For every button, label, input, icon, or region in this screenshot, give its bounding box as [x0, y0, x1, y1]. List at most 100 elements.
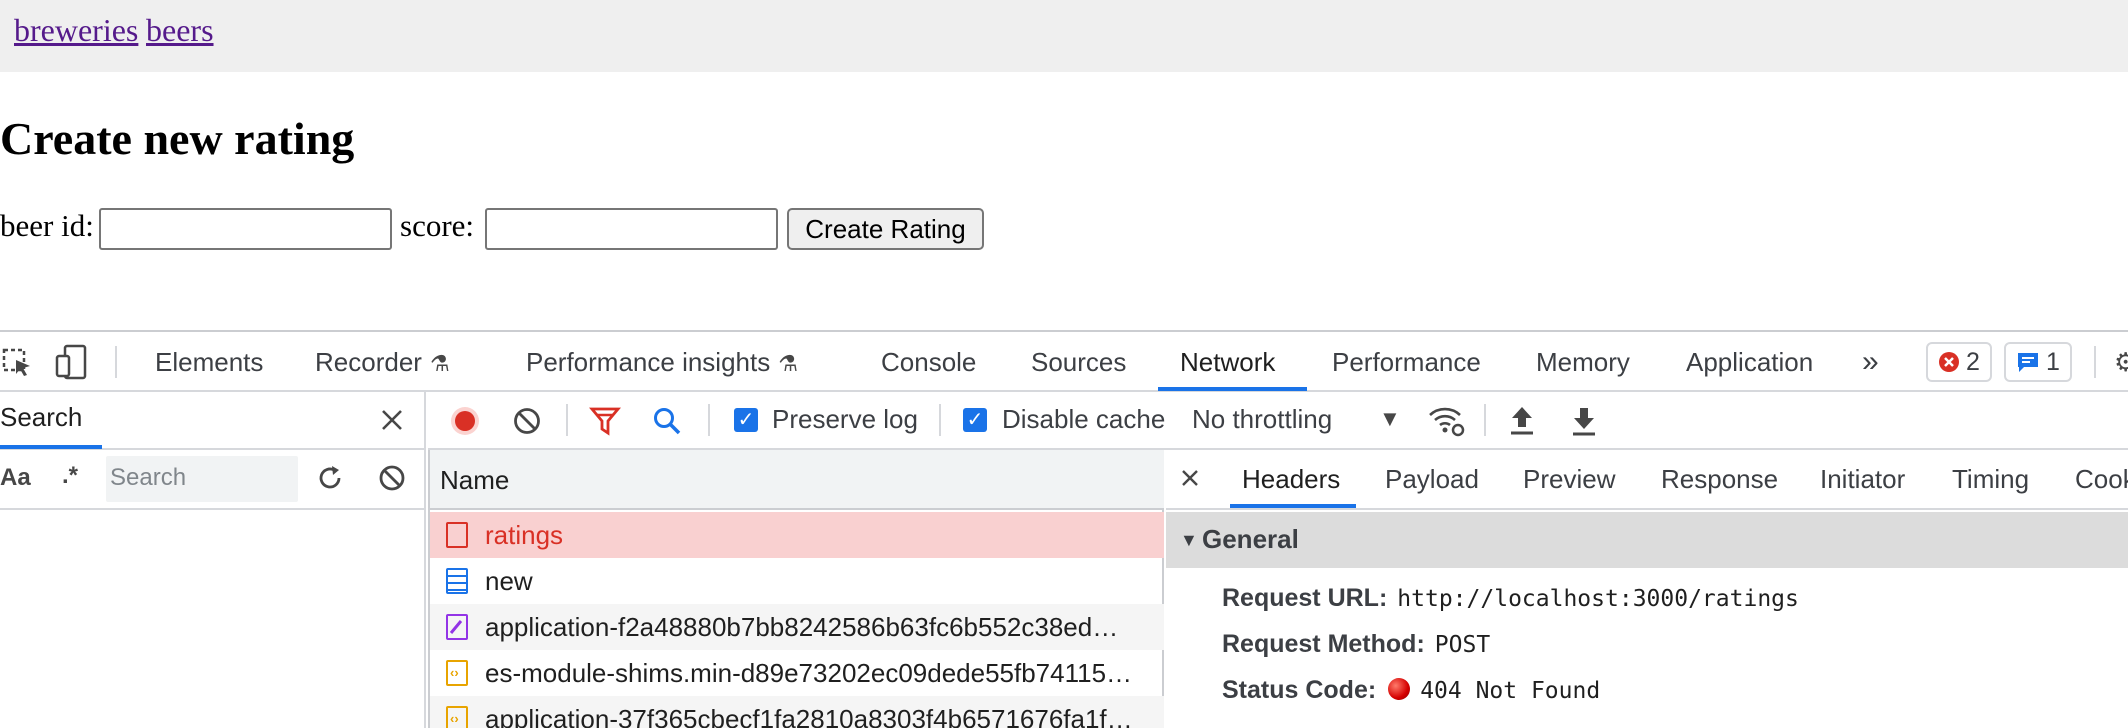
more-tabs-chevron-icon[interactable]: » — [1862, 332, 1879, 392]
error-request-icon — [446, 522, 468, 548]
disable-cache-checkbox[interactable]: ✓ — [963, 408, 987, 432]
tab-console[interactable]: Console — [881, 332, 976, 392]
throttling-value: No throttling — [1192, 404, 1333, 434]
search-panel-title[interactable]: Search — [0, 402, 82, 433]
tab-recorder-label: Recorder — [315, 347, 422, 377]
toolbar-divider — [939, 404, 941, 436]
toolbar-divider — [2094, 346, 2096, 378]
stylesheet-icon — [446, 614, 468, 640]
detail-tab-bar: Headers Payload Preview Response Initiat… — [1166, 450, 2128, 510]
tab-headers[interactable]: Headers — [1242, 450, 1340, 508]
toolbar-divider — [566, 404, 568, 436]
active-tab-indicator — [1158, 387, 1307, 391]
preserve-log-label: Preserve log — [772, 404, 918, 434]
search-options-row: Aa .* Search — [0, 450, 424, 510]
request-row-script[interactable]: ‹› application-37f365cbecf1fa2810a8303f4… — [430, 696, 1164, 728]
collapse-triangle-icon: ▼ — [1180, 530, 1198, 550]
regex-toggle[interactable]: .* — [62, 462, 78, 490]
experimental-flask-icon: ⚗ — [429, 351, 450, 376]
score-input[interactable] — [485, 208, 778, 250]
beer-id-input[interactable] — [99, 208, 392, 250]
toolbar-divider — [115, 346, 117, 378]
tab-timing[interactable]: Timing — [1952, 450, 2029, 508]
request-url-row: Request URL: http://localhost:3000/rating… — [1222, 584, 1799, 613]
tab-payload[interactable]: Payload — [1385, 450, 1479, 508]
request-detail-panel: Headers Payload Preview Response Initiat… — [1166, 450, 2128, 728]
tab-performance-insights-label: Performance insights — [526, 347, 771, 377]
settings-gear-icon[interactable]: ⚙ — [2114, 346, 2128, 378]
network-toolbar: ✓ Preserve log ✓ Disable cache No thrott… — [428, 392, 2128, 450]
error-count-badge[interactable]: 2 — [1926, 342, 1992, 382]
experimental-flask-icon: ⚗ — [778, 351, 798, 376]
status-code-key: Status Code: — [1222, 676, 1377, 704]
create-rating-button[interactable]: Create Rating — [787, 208, 984, 250]
status-code-value: 404 Not Found — [1420, 678, 1601, 704]
close-detail-icon[interactable] — [1176, 464, 1204, 492]
throttling-select[interactable]: No throttling ▼ — [1192, 392, 1432, 450]
tab-memory[interactable]: Memory — [1536, 332, 1630, 392]
request-url-value: http://localhost:3000/ratings — [1397, 586, 1799, 612]
tab-performance-insights[interactable]: Performance insights ⚗ — [526, 332, 798, 392]
request-row-ratings[interactable]: ratings — [430, 512, 1164, 558]
request-name: application-f2a48880b7bb8242586b63fc6b55… — [485, 612, 1119, 642]
message-count-badge[interactable]: 1 — [2004, 342, 2072, 382]
network-conditions-icon[interactable] — [1426, 402, 1466, 438]
request-method-key: Request Method: — [1222, 630, 1425, 658]
tab-elements[interactable]: Elements — [155, 332, 263, 392]
request-row-new[interactable]: new — [430, 558, 1164, 604]
toolbar-divider — [708, 404, 710, 436]
request-name: application-37f365cbecf1fa2810a8303f4b65… — [485, 704, 1133, 728]
message-count: 1 — [2046, 347, 2060, 376]
preserve-log-checkbox[interactable]: ✓ — [734, 408, 758, 432]
active-detail-tab-indicator — [1230, 504, 1356, 508]
request-name: new — [485, 566, 533, 596]
tab-initiator[interactable]: Initiator — [1820, 450, 1905, 508]
request-name: es-module-shims.min-d89e73202ec09dede55f… — [485, 658, 1133, 688]
request-url-key: Request URL: — [1222, 584, 1388, 612]
request-method-row: Request Method: POST — [1222, 630, 1490, 659]
request-row-stylesheet[interactable]: application-f2a48880b7bb8242586b63fc6b55… — [430, 604, 1164, 650]
document-icon — [446, 568, 468, 594]
refresh-icon[interactable] — [314, 462, 346, 494]
script-icon: ‹› — [446, 660, 468, 686]
beer-id-label: beer id: — [0, 208, 94, 243]
request-name: ratings — [485, 520, 564, 550]
device-toolbar-icon[interactable] — [54, 344, 90, 380]
toolbar-divider — [1484, 404, 1486, 436]
record-icon[interactable] — [448, 404, 482, 438]
devtools-tab-bar: Elements Recorder ⚗ Performance insights ⚗… — [0, 332, 2128, 392]
tab-sources[interactable]: Sources — [1031, 332, 1126, 392]
inspect-element-icon[interactable] — [0, 346, 34, 380]
search-tab-indicator — [0, 445, 102, 449]
clear-icon[interactable] — [376, 462, 408, 494]
export-har-icon[interactable] — [1568, 404, 1600, 438]
beers-link[interactable]: beers — [146, 12, 214, 49]
tab-network[interactable]: Network — [1180, 332, 1275, 392]
error-count: 2 — [1966, 347, 1980, 376]
general-section-header[interactable]: ▼ General — [1166, 512, 2128, 568]
dropdown-arrow-icon: ▼ — [1379, 406, 1401, 431]
tab-preview[interactable]: Preview — [1523, 450, 1615, 508]
import-har-icon[interactable] — [1506, 404, 1538, 438]
tab-response[interactable]: Response — [1661, 450, 1778, 508]
tab-cookies[interactable]: Cooki — [2075, 450, 2128, 508]
search-panel: Search Aa .* Search — [0, 392, 426, 728]
tab-performance[interactable]: Performance — [1332, 332, 1481, 392]
clear-log-icon[interactable] — [510, 404, 544, 438]
tab-application[interactable]: Application — [1686, 332, 1813, 392]
name-column-header[interactable]: Name — [430, 450, 1164, 510]
status-code-row: Status Code: 404 Not Found — [1222, 676, 1600, 705]
devtools-panel: Elements Recorder ⚗ Performance insights ⚗… — [0, 330, 2128, 728]
search-icon[interactable] — [650, 404, 684, 438]
message-icon — [2018, 353, 2038, 372]
tab-recorder[interactable]: Recorder ⚗ — [315, 332, 450, 392]
top-navigation: breweries beers — [0, 0, 2128, 72]
close-icon[interactable] — [376, 404, 408, 436]
page-title: Create new rating — [0, 113, 355, 164]
filter-icon[interactable] — [588, 404, 622, 438]
error-icon — [1939, 352, 1959, 372]
match-case-toggle[interactable]: Aa — [0, 464, 31, 492]
breweries-link[interactable]: breweries — [14, 12, 138, 49]
search-input[interactable]: Search — [106, 456, 298, 502]
request-row-script[interactable]: ‹› es-module-shims.min-d89e73202ec09dede… — [430, 650, 1164, 696]
